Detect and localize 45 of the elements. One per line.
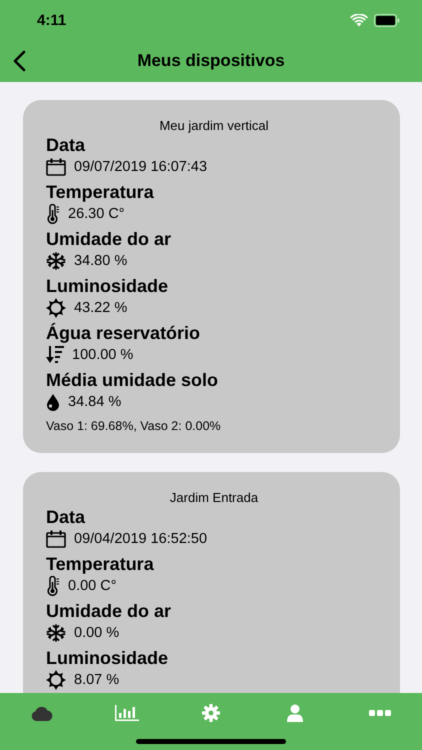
metric-label: Data xyxy=(46,134,86,156)
metric-value: 09/04/2019 16:52:50 xyxy=(74,531,208,547)
calendar-icon xyxy=(46,158,66,176)
device-card[interactable]: Meu jardim vertical Data 09/07/2019 16:07:43 Temperatura 26.30 C° Umidade do ar 34.80 % Luminosidade 43.22 % Água reservatório 100.00 % Média umidade solo 34.84 % Vaso 1: 69.68%, Vaso 2: 0.00% xyxy=(23,100,400,453)
back-icon[interactable] xyxy=(12,50,26,72)
metric-value: 8.07 % xyxy=(74,672,120,688)
metric-value: 34.80 % xyxy=(74,253,128,269)
user-tab-icon[interactable] xyxy=(287,704,304,722)
calendar-icon xyxy=(46,530,66,548)
more-tab-icon[interactable] xyxy=(368,710,391,716)
metric-label: Média umidade solo xyxy=(46,369,220,391)
metric-value: 09/07/2019 16:07:43 xyxy=(74,159,208,175)
metric-value: 43.22 % xyxy=(74,300,128,316)
metric-label: Luminosidade xyxy=(46,275,170,297)
metric-label: Temperatura xyxy=(46,181,155,203)
device-name: Meu jardim vertical xyxy=(158,118,270,133)
device-card[interactable]: Jardim Entrada Data 09/04/2019 16:52:50 Temperatura 0.00 C° Umidade do ar 0.00 % Luminosidade 8.07 % xyxy=(23,472,400,693)
sun-icon xyxy=(46,298,66,318)
metric-label: Umidade do ar xyxy=(46,228,172,250)
screen-title: Meus dispositivos xyxy=(137,51,285,71)
sensor-note: Vaso 1: 69.68%, Vaso 2: 0.00% xyxy=(46,419,222,433)
sun-icon xyxy=(46,670,66,690)
metric-label: Água reservatório xyxy=(46,322,202,344)
snowflake-icon xyxy=(46,252,66,270)
status-time: 4:11 xyxy=(37,12,66,28)
metric-label: Luminosidade xyxy=(46,647,170,669)
metric-value: 0.00 C° xyxy=(68,578,117,594)
thermometer-icon xyxy=(46,576,60,596)
metric-label: Umidade do ar xyxy=(46,600,172,622)
thermometer-icon xyxy=(46,204,60,224)
cloud-tab-icon[interactable] xyxy=(31,706,54,720)
metric-value: 26.30 C° xyxy=(68,206,125,222)
metric-label: Data xyxy=(46,506,86,528)
wifi-icon xyxy=(350,14,368,26)
metric-value: 0.00 % xyxy=(74,625,120,641)
bar-chart-tab-icon[interactable] xyxy=(114,705,139,721)
snowflake-icon xyxy=(46,624,66,642)
level-down-icon xyxy=(46,345,64,365)
battery-icon xyxy=(374,14,400,26)
settings-tab-icon[interactable] xyxy=(202,704,220,722)
drop-icon xyxy=(46,393,60,411)
device-name: Jardim Entrada xyxy=(168,490,260,505)
metric-label: Temperatura xyxy=(46,553,155,575)
metric-value: 34.84 % xyxy=(68,394,122,410)
metric-value: 100.00 % xyxy=(72,347,134,363)
